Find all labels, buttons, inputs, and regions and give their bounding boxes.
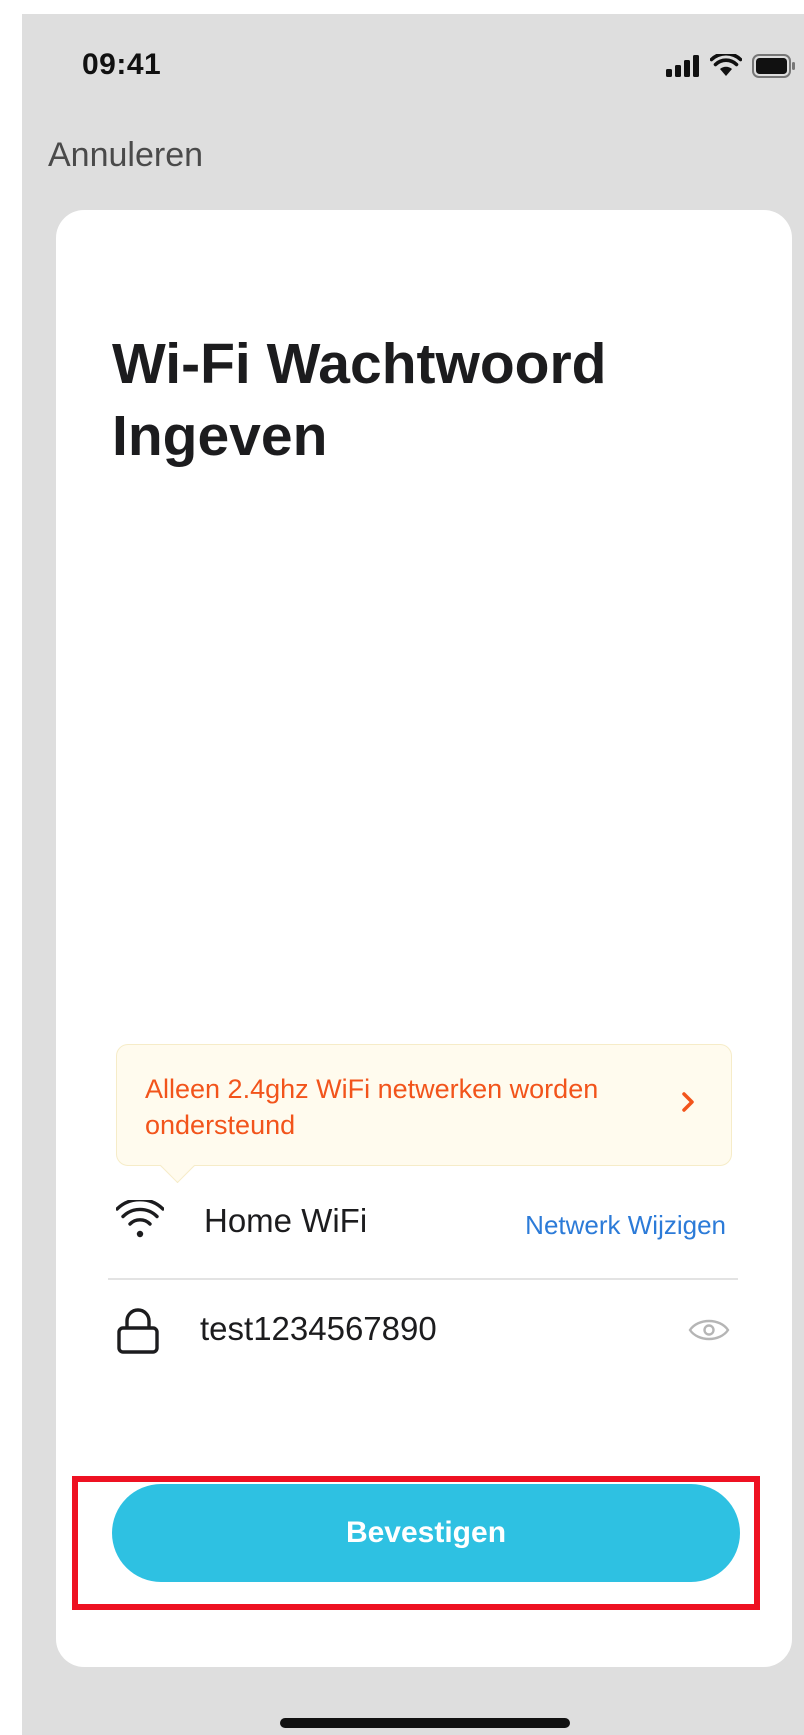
status-time: 09:41 [82,48,162,81]
status-icons [666,54,796,78]
cellular-signal-icon [666,55,699,77]
cancel-button[interactable]: Annuleren [48,136,203,175]
notice-text: Alleen 2.4ghz WiFi netwerken worden onde… [145,1074,599,1140]
chevron-right-icon [682,1092,694,1112]
wifi-setup-card: Wi-Fi Wachtwoord Ingeven Alleen 2.4ghz W… [56,210,792,1667]
frequency-notice[interactable]: Alleen 2.4ghz WiFi netwerken worden onde… [116,1044,732,1184]
row-divider [108,1278,738,1280]
battery-icon [752,54,795,78]
network-name: Home WiFi [204,1202,368,1239]
page-title: Wi-Fi Wachtwoord Ingeven [112,332,607,468]
highlight-frame [72,1476,760,1610]
change-network-link[interactable]: Netwerk Wijzigen [525,1210,726,1241]
phone-screen: 09:41 Annuleren Wi-Fi Wachtwoord Ingeven [22,14,804,1735]
eye-icon[interactable] [688,1316,730,1344]
lock-icon [117,1308,159,1354]
wifi-network-row: Home WiFi Netwerk Wijzigen [108,1178,738,1270]
home-indicator[interactable] [280,1718,570,1728]
wifi-icon [116,1200,164,1238]
password-row[interactable]: test1234567890 [108,1286,738,1378]
password-input[interactable]: test1234567890 [200,1310,437,1348]
status-bar: 09:41 [22,14,804,110]
wifi-icon [710,54,742,76]
